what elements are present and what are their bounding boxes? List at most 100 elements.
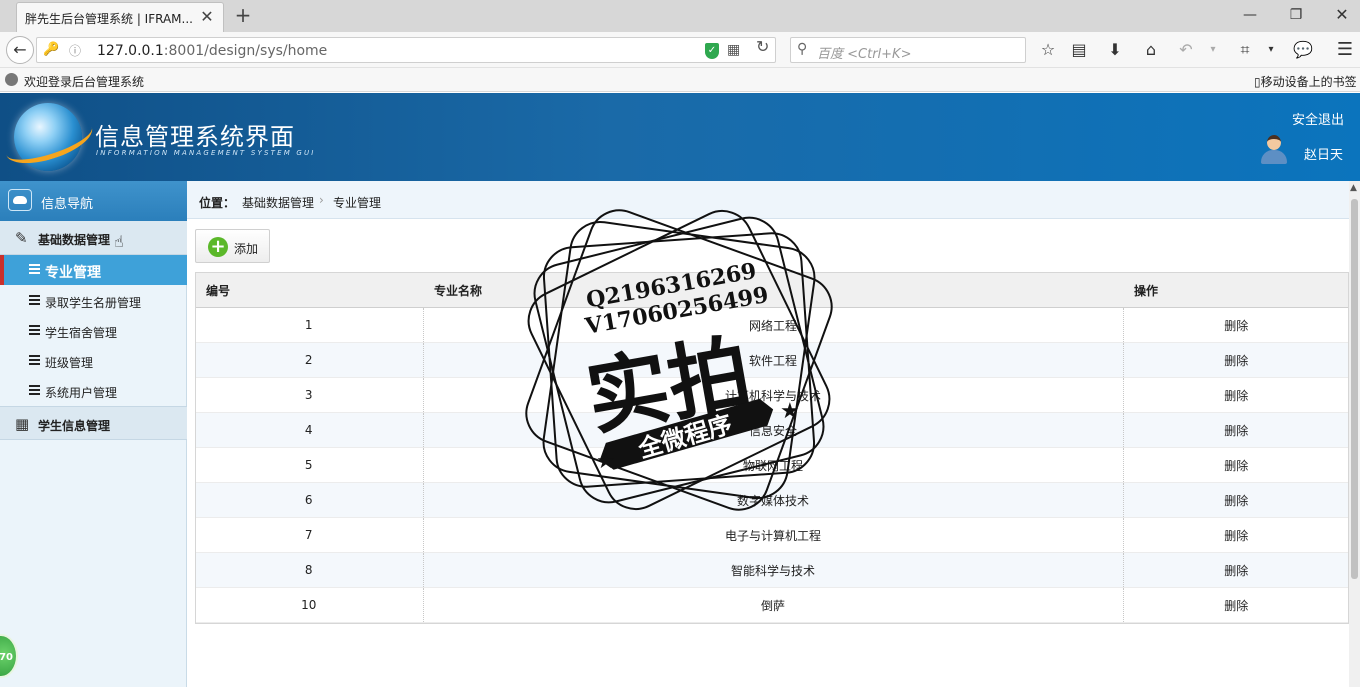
- mobile-bookmarks-label: 移动设备上的书签: [1260, 75, 1357, 89]
- search-box[interactable]: ⚲ 百度 <Ctrl+K>: [790, 37, 1026, 63]
- sidebar-item-label: 学生宿舍管理: [45, 326, 118, 340]
- table-row: 1 网络工程 删除: [195, 307, 1349, 343]
- delete-link[interactable]: 删除: [1123, 482, 1349, 518]
- list-icon: [29, 385, 40, 395]
- sidebar-item-major[interactable]: 专业管理: [0, 255, 187, 285]
- delete-link[interactable]: 删除: [1123, 377, 1349, 413]
- sidebar-group-label: 基础数据管理: [38, 233, 111, 247]
- browser-tab[interactable]: 胖先生后台管理系统 | IFRAM... ✕: [16, 2, 224, 32]
- table-row: 5 物联网工程 删除: [195, 447, 1349, 483]
- cell-name: 信息安全: [422, 412, 1124, 448]
- restore-icon[interactable]: ❐: [1284, 4, 1308, 26]
- breadcrumb-item-basic-data[interactable]: 基础数据管理: [242, 194, 314, 211]
- menu-icon[interactable]: ☰: [1332, 37, 1358, 63]
- sidebar-group-basic-data[interactable]: ✎ 基础数据管理: [0, 221, 187, 255]
- star-icon[interactable]: ☆: [1035, 37, 1061, 63]
- add-button[interactable]: + 添加: [195, 229, 270, 263]
- app-header: 信息管理系统界面 INFORMATION MANAGEMENT SYSTEM G…: [0, 93, 1360, 181]
- edit-icon: ✎: [15, 229, 28, 247]
- cell-id: 5: [195, 447, 423, 483]
- shield-icon[interactable]: ✓: [705, 43, 719, 59]
- user-avatar-icon: [1259, 135, 1289, 165]
- cell-name: 智能科学与技术: [422, 552, 1124, 588]
- delete-link[interactable]: 删除: [1123, 412, 1349, 448]
- reload-icon[interactable]: ↻: [756, 37, 769, 56]
- sidebar-item-label: 系统用户管理: [45, 386, 118, 400]
- cell-id: 1: [195, 307, 423, 343]
- breadcrumb-label: 位置：: [199, 196, 236, 210]
- cell-name: 计算机科学与技术: [422, 377, 1124, 413]
- column-header-id: 编号: [195, 272, 423, 308]
- search-placeholder: 百度 <Ctrl+K>: [817, 47, 912, 62]
- delete-link[interactable]: 删除: [1123, 307, 1349, 343]
- url-text[interactable]: 127.0.0.1:8001/design/sys/home: [97, 43, 327, 59]
- table-row: 2 软件工程 删除: [195, 342, 1349, 378]
- crop-dropdown-icon[interactable]: ▾: [1258, 37, 1284, 63]
- sidebar-item-class[interactable]: 班级管理: [0, 346, 187, 376]
- sidebar-item-enrollment[interactable]: 录取学生名册管理: [0, 286, 187, 316]
- cell-id: 8: [195, 552, 423, 588]
- sidebar-group-student-info[interactable]: ▦ 学生信息管理: [0, 406, 187, 440]
- url-host: 127.0.0.1: [97, 43, 164, 59]
- bookmarks-bar: 欢迎登录后台管理系统 ▯移动设备上的书签: [0, 68, 1360, 92]
- minimize-icon[interactable]: —: [1238, 4, 1262, 26]
- crop-icon[interactable]: ⌗: [1232, 37, 1258, 63]
- browser-tab-bar: 胖先生后台管理系统 | IFRAM... ✕ + — ❐ ✕: [0, 0, 1360, 32]
- info-icon[interactable]: ⓘ: [69, 42, 81, 59]
- list-icon: [29, 264, 40, 274]
- bookmark-link[interactable]: 欢迎登录后台管理系统: [24, 73, 144, 90]
- table-header-row: 编号 专业名称 操作: [195, 272, 1349, 308]
- cell-id: 7: [195, 517, 423, 553]
- cell-id: 10: [195, 587, 423, 623]
- list-icon: [29, 295, 40, 305]
- download-icon[interactable]: ⬇: [1102, 37, 1128, 63]
- search-icon: ⚲: [797, 41, 808, 57]
- delete-link[interactable]: 删除: [1123, 342, 1349, 378]
- back-button[interactable]: ←: [6, 36, 34, 64]
- sidebar-item-label: 录取学生名册管理: [45, 296, 142, 310]
- calendar-icon: ▦: [15, 415, 30, 433]
- cell-name: 网络工程: [422, 307, 1124, 343]
- sidebar-item-dormitory[interactable]: 学生宿舍管理: [0, 316, 187, 346]
- username: 赵日天: [1304, 148, 1344, 163]
- reader-list-icon[interactable]: ▤: [1066, 37, 1092, 63]
- delete-link[interactable]: 删除: [1123, 517, 1349, 553]
- sidebar-item-system-users[interactable]: 系统用户管理: [0, 376, 187, 406]
- cell-name: 物联网工程: [422, 447, 1124, 483]
- close-tab-icon[interactable]: ✕: [197, 7, 217, 27]
- qr-code-icon[interactable]: ▦: [727, 42, 740, 58]
- vertical-scrollbar[interactable]: ▲: [1349, 181, 1360, 687]
- cell-id: 3: [195, 377, 423, 413]
- tab-title: 胖先生后台管理系统 | IFRAM...: [25, 12, 193, 26]
- scroll-thumb[interactable]: [1351, 199, 1358, 579]
- delete-link[interactable]: 删除: [1123, 587, 1349, 623]
- chat-icon[interactable]: 💬: [1290, 37, 1316, 63]
- app-subtitle: INFORMATION MANAGEMENT SYSTEM GUI: [96, 149, 316, 157]
- cell-name: 电子与计算机工程: [422, 517, 1124, 553]
- delete-link[interactable]: 删除: [1123, 552, 1349, 588]
- home-icon[interactable]: ⌂: [1138, 37, 1164, 63]
- key-icon: 🔑: [43, 42, 60, 57]
- sidebar-item-label: 专业管理: [45, 265, 101, 281]
- logout-link[interactable]: 安全退出: [1292, 109, 1344, 128]
- address-bar[interactable]: 🔑 ⓘ 127.0.0.1:8001/design/sys/home ✓ ▦: [36, 37, 776, 63]
- table-row: 8 智能科学与技术 删除: [195, 552, 1349, 588]
- list-icon: [29, 325, 40, 335]
- table-row: 6 数字媒体技术 删除: [195, 482, 1349, 518]
- cloud-icon: [8, 189, 32, 211]
- table-row: 10 倒萨 删除: [195, 587, 1349, 623]
- delete-link[interactable]: 删除: [1123, 447, 1349, 483]
- sidebar-title: 信息导航: [41, 197, 94, 212]
- mobile-bookmarks-link[interactable]: ▯移动设备上的书签: [1254, 73, 1357, 90]
- browser-nav-bar: ← 🔑 ⓘ 127.0.0.1:8001/design/sys/home ✓ ▦…: [0, 32, 1360, 68]
- window-close-icon[interactable]: ✕: [1330, 4, 1354, 26]
- url-path: :8001/design/sys/home: [163, 43, 328, 59]
- sidebar-item-label: 班级管理: [45, 356, 94, 370]
- column-header-name: 专业名称: [423, 272, 1123, 308]
- breadcrumb-item-major: 专业管理: [333, 196, 382, 210]
- undo-icon[interactable]: ↶: [1173, 37, 1199, 63]
- list-icon: [29, 355, 40, 365]
- new-tab-button[interactable]: +: [232, 4, 254, 26]
- scroll-up-arrow-icon[interactable]: ▲: [1350, 183, 1357, 193]
- undo-dropdown-icon[interactable]: ▾: [1200, 37, 1226, 63]
